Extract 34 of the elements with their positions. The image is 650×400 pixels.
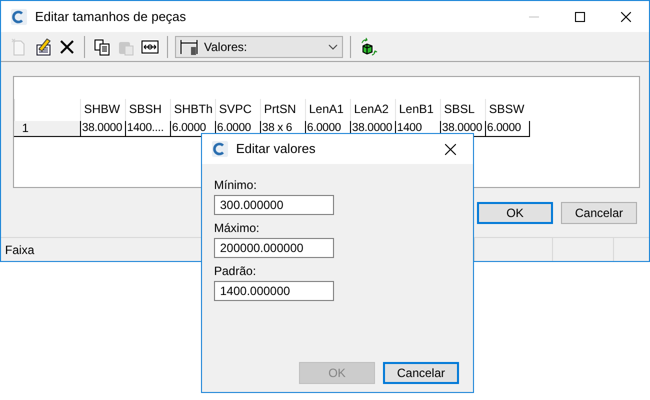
column-header[interactable]: SVPC	[215, 99, 260, 121]
column-header[interactable]: LenB1	[395, 99, 440, 121]
column-header[interactable]: SBSW	[485, 99, 530, 121]
column-header[interactable]: SHBTh	[170, 99, 215, 121]
table-cell: 1400....	[125, 121, 170, 137]
chevron-down-icon	[328, 44, 338, 50]
field-label: Padrão:	[214, 264, 258, 278]
app-logo-icon	[11, 8, 27, 24]
ok-button[interactable]: OK	[477, 202, 553, 224]
close-icon[interactable]	[444, 144, 456, 154]
column-header[interactable]: SBSL	[440, 99, 485, 121]
row-header[interactable]: 1	[14, 121, 80, 137]
app-logo-icon	[212, 141, 228, 157]
input-field[interactable]: 1400.000000	[214, 281, 334, 301]
maximize-icon[interactable]	[575, 12, 585, 22]
input-field[interactable]: 300.000000	[214, 195, 334, 215]
table-cell: 38.0000	[80, 121, 125, 137]
input-field[interactable]: 200000.000000	[214, 238, 334, 258]
column-header[interactable]: SBSH	[125, 99, 170, 121]
column-header[interactable]: SHBW	[80, 99, 125, 121]
column-header[interactable]: LenA1	[305, 99, 350, 121]
column-header[interactable]: LenA2	[350, 99, 395, 121]
values-dropdown[interactable]: Valores:	[175, 36, 343, 58]
column-header[interactable]: PrtSN	[260, 99, 305, 121]
column-icon	[180, 38, 200, 56]
field-label: Máximo:	[214, 221, 260, 235]
cancel-button[interactable]: Cancelar	[561, 202, 637, 224]
dialog-title: Editar valores	[236, 140, 316, 158]
close-icon[interactable]	[621, 12, 631, 22]
copy-icon[interactable]	[92, 36, 112, 56]
field-label: Mínimo:	[214, 178, 258, 192]
table-cell: 6.0000	[485, 121, 530, 137]
window-title: Editar tamanhos de peças	[35, 8, 188, 26]
cancel-button[interactable]: Cancelar	[383, 362, 459, 384]
